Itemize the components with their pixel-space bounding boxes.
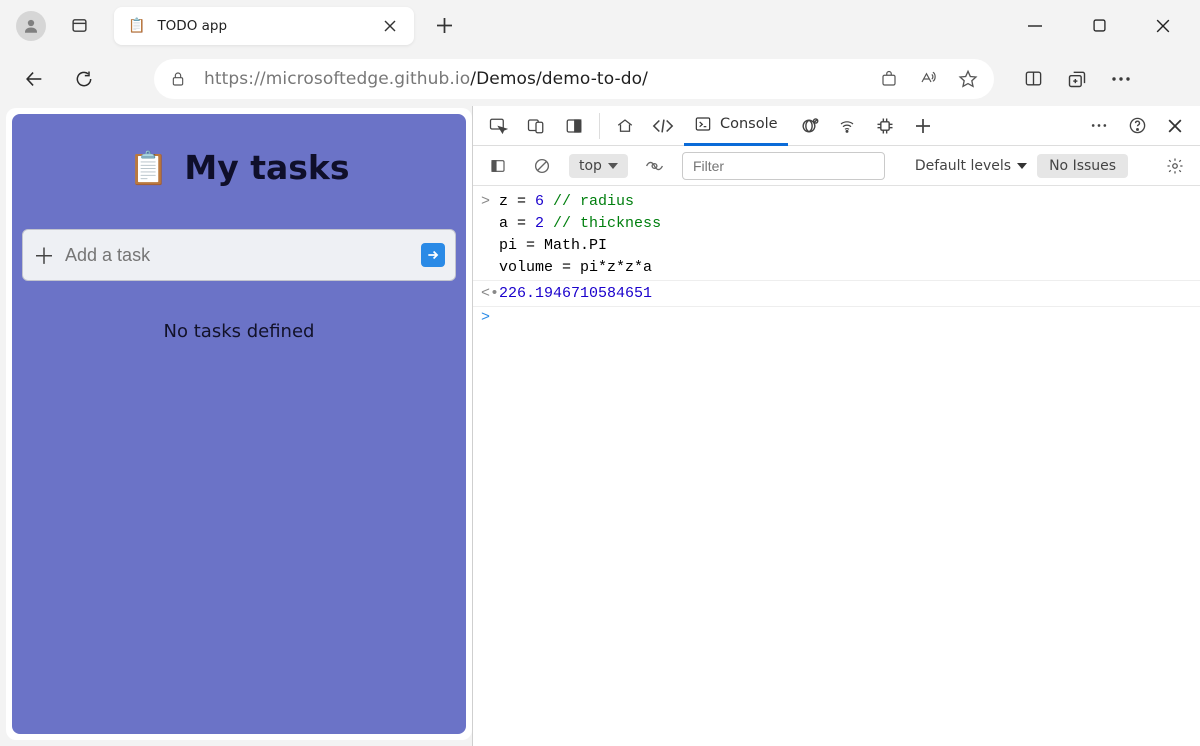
window-minimize-button[interactable]: [1020, 11, 1050, 41]
address-bar[interactable]: https://microsoftedge.github.io/Demos/de…: [154, 59, 994, 99]
console-input-line: volume = pi*z*z*a: [499, 258, 652, 278]
devtools-help-button[interactable]: [1120, 109, 1154, 143]
dock-side-button[interactable]: [557, 109, 591, 143]
shopping-icon[interactable]: [880, 70, 898, 88]
plus-icon: ＋: [33, 239, 55, 271]
window-close-button[interactable]: [1148, 11, 1178, 41]
clipboard-icon: 📋: [129, 149, 169, 187]
tab-performance[interactable]: [868, 109, 902, 143]
device-toolbar-button[interactable]: [519, 109, 553, 143]
devtools-tabbar: Console: [473, 106, 1200, 146]
tab-welcome[interactable]: [608, 109, 642, 143]
tab-title: TODO app: [157, 18, 376, 34]
devtools-close-button[interactable]: [1158, 109, 1192, 143]
console-filter-input[interactable]: [682, 152, 885, 180]
refresh-button[interactable]: [64, 59, 104, 99]
tab-console[interactable]: Console: [684, 106, 788, 146]
devtools-more-button[interactable]: [1082, 109, 1116, 143]
tab-network[interactable]: [830, 109, 864, 143]
new-tab-button[interactable]: [424, 6, 464, 46]
console-result: <•226.1946710584651: [473, 280, 1200, 307]
console-input-line: a = 2 // thickness: [499, 214, 661, 234]
add-task-input[interactable]: [65, 245, 421, 266]
read-aloud-icon[interactable]: [918, 70, 938, 88]
log-levels-selector[interactable]: Default levels: [915, 158, 1027, 174]
tab-elements[interactable]: [646, 109, 680, 143]
title-bar: 📋 TODO app: [0, 0, 1200, 51]
page-heading: 📋 My tasks: [22, 148, 456, 187]
console-input-line: z = 6 // radius: [499, 192, 634, 212]
console-input-line: pi = Math.PI: [499, 236, 607, 256]
add-task-form[interactable]: ＋: [22, 229, 456, 281]
console-output[interactable]: > z = 6 // radius a = 2 // thickness pi =…: [473, 186, 1200, 746]
favorite-button[interactable]: [958, 69, 978, 89]
todo-app: 📋 My tasks ＋ No tasks defined: [12, 114, 466, 734]
collections-button[interactable]: [1067, 69, 1087, 89]
live-expression-button[interactable]: [638, 149, 672, 183]
empty-message: No tasks defined: [22, 321, 456, 342]
context-selector[interactable]: top: [569, 154, 628, 178]
console-settings-button[interactable]: [1158, 149, 1192, 183]
settings-more-button[interactable]: [1111, 76, 1131, 82]
submit-task-button[interactable]: [421, 243, 445, 267]
toolbar: https://microsoftedge.github.io/Demos/de…: [0, 51, 1200, 106]
console-sidebar-button[interactable]: [481, 149, 515, 183]
console-toolbar: top Default levels No Issues: [473, 146, 1200, 186]
browser-tab[interactable]: 📋 TODO app: [114, 7, 414, 45]
split-screen-button[interactable]: [1024, 69, 1043, 88]
tab-close-button[interactable]: [376, 12, 404, 40]
console-prompt[interactable]: >: [473, 307, 1200, 328]
tab-sources[interactable]: [792, 109, 826, 143]
page-viewport: 📋 My tasks ＋ No tasks defined: [6, 108, 472, 740]
back-button[interactable]: [14, 59, 54, 99]
window-maximize-button[interactable]: [1084, 11, 1114, 41]
profile-button[interactable]: [16, 11, 46, 41]
tab-actions-button[interactable]: [64, 11, 94, 41]
clear-console-button[interactable]: [525, 149, 559, 183]
devtools-panel: Console: [472, 106, 1200, 746]
url-text: https://microsoftedge.github.io/Demos/de…: [204, 69, 648, 89]
inspect-element-button[interactable]: [481, 109, 515, 143]
tab-favicon: 📋: [128, 18, 145, 34]
more-tabs-button[interactable]: [906, 109, 940, 143]
issues-button[interactable]: No Issues: [1037, 154, 1128, 178]
site-info-button[interactable]: [170, 70, 186, 88]
